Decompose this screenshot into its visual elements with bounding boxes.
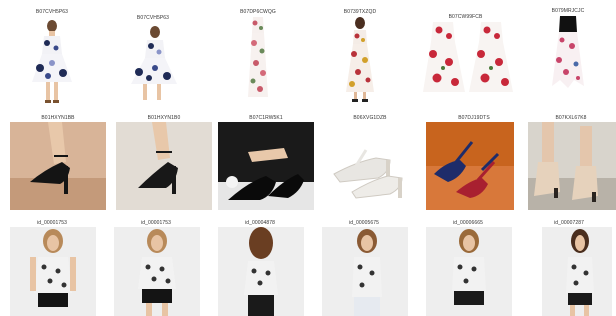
product-id-label: id_00006665 xyxy=(452,220,484,226)
model-top-back-photo[interactable] xyxy=(218,227,304,316)
product-card[interactable]: B07DP6CWQG xyxy=(208,0,308,110)
floral-dress-image[interactable] xyxy=(121,24,185,104)
product-id-label: id_00001753 xyxy=(140,220,172,226)
model-top-photo[interactable] xyxy=(426,227,512,316)
model-top-photo[interactable] xyxy=(10,227,96,316)
product-card[interactable]: id_00001753 xyxy=(106,215,206,316)
product-id-label: id_00001753 xyxy=(36,220,68,226)
product-id-label: B07KXL67K8 xyxy=(555,115,587,121)
black-heel-photo[interactable] xyxy=(10,122,106,210)
product-card[interactable]: id_00001753 xyxy=(2,215,102,316)
product-card[interactable]: id_00004878 xyxy=(210,215,310,316)
product-card[interactable]: B07CVH5P63 xyxy=(2,0,102,110)
beige-bootie-photo[interactable] xyxy=(528,122,616,210)
product-id-label: B07CVH5P63 xyxy=(35,9,69,15)
product-id-label: B06XVG1DZB xyxy=(353,115,387,121)
product-card[interactable]: B07C1RW5K1 xyxy=(216,112,316,214)
product-card[interactable]: B079MRJCJC xyxy=(520,0,616,110)
product-image-grid: B07CVH5P63 B07CVH5P63 B07DP6CWQG B0739TX… xyxy=(0,0,616,316)
colored-heel-photo[interactable] xyxy=(426,122,514,210)
rose-print-dress-image[interactable] xyxy=(423,22,513,94)
product-id-label: B07DP6CWQG xyxy=(240,9,276,15)
product-card[interactable]: B06XVG1DZB xyxy=(320,112,420,214)
model-top-photo[interactable] xyxy=(322,227,408,316)
white-heel-photo[interactable] xyxy=(326,126,414,206)
black-heel-photo[interactable] xyxy=(218,122,314,210)
product-id-label: id_00005675 xyxy=(348,220,380,226)
product-card[interactable]: B07KXL67K8 xyxy=(526,112,616,214)
product-card[interactable]: B07CW99FCB xyxy=(413,0,518,110)
black-heel-photo[interactable] xyxy=(116,122,212,210)
product-card[interactable]: B01HXYN1B0 xyxy=(114,112,214,214)
product-card[interactable]: id_00005675 xyxy=(314,215,414,316)
product-card[interactable]: B0739TXZQD xyxy=(310,0,410,110)
product-id-label: B079MRJCJC xyxy=(551,8,585,14)
model-top-photo[interactable] xyxy=(542,227,612,316)
handkerchief-dress-image[interactable] xyxy=(550,16,586,96)
product-card[interactable]: B01HXYN1BB xyxy=(8,112,108,214)
product-card[interactable]: B07DJ19DTS xyxy=(424,112,524,214)
product-id-label: B07DJ19DTS xyxy=(458,115,490,121)
shoe-row: B01HXYN1BB B01HXYN1B0 B07C1RW5K1 B06XVG1… xyxy=(0,112,616,214)
maxi-dress-image[interactable] xyxy=(246,17,270,97)
floral-maxi-dress-image[interactable] xyxy=(342,16,378,102)
product-card[interactable]: id_00006665 xyxy=(418,215,518,316)
top-row: id_00001753 id_00001753 id_00004878 id_0… xyxy=(0,215,616,316)
product-card[interactable]: B07CVH5P63 xyxy=(103,0,203,110)
product-id-label: B07C1RW5K1 xyxy=(249,115,283,121)
floral-dress-image[interactable] xyxy=(22,18,82,106)
product-id-label: id_00004878 xyxy=(244,220,276,226)
product-id-label: B01HXYN1BB xyxy=(41,115,75,121)
product-id-label: B07CW99FCB xyxy=(448,14,483,20)
product-id-label: B0739TXZQD xyxy=(343,9,377,15)
product-card[interactable]: id_00007287 xyxy=(522,215,616,316)
product-id-label: B01HXYN1B0 xyxy=(147,115,181,121)
product-id-label: id_00007287 xyxy=(553,220,585,226)
dress-row: B07CVH5P63 B07CVH5P63 B07DP6CWQG B0739TX… xyxy=(0,0,616,110)
product-id-label: B07CVH5P63 xyxy=(136,15,170,21)
model-top-photo[interactable] xyxy=(114,227,200,316)
